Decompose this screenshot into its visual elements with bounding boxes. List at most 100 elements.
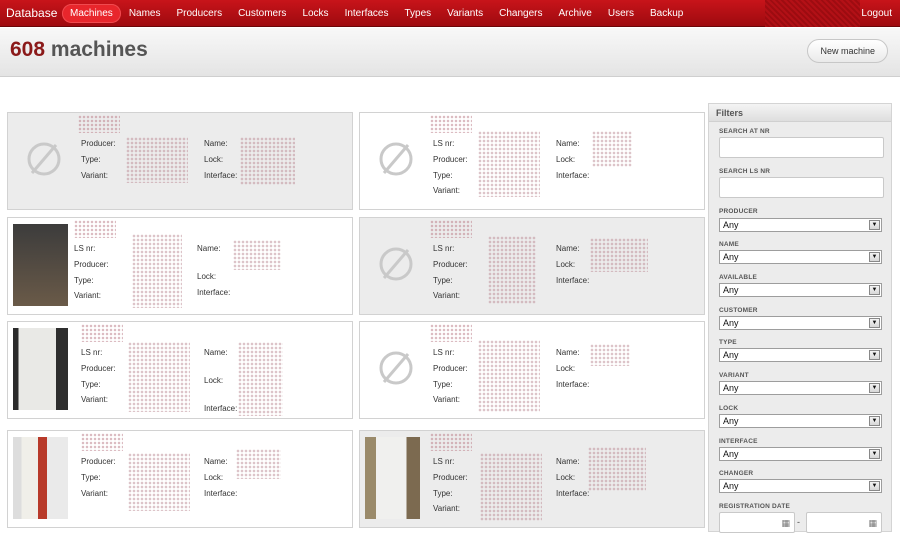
type-label: Type: [81,155,101,164]
lock-label: Lock: [556,260,576,269]
search-ls-label: SEARCH LS NR [719,168,771,175]
type-select[interactable]: Any ▼ [719,348,882,362]
redacted-values [240,137,295,185]
nav-customers[interactable]: Customers [230,4,294,23]
ls-nr-label: LS nr: [433,139,455,148]
available-filter-label: AVAILABLE [719,274,758,281]
chevron-down-icon: ▼ [869,449,880,459]
calendar-icon[interactable]: ▦ [781,518,790,529]
nav-types[interactable]: Types [396,4,439,23]
name-select[interactable]: Any ▼ [719,250,882,264]
interface-label: Interface: [204,489,238,498]
main-nav: Machines Names Producers Customers Locks… [62,4,691,23]
calendar-icon[interactable]: ▦ [868,518,877,529]
producer-label: Producer: [433,473,468,482]
producer-label: Producer: [81,364,116,373]
producer-label: Producer: [74,260,109,269]
page-title: 608 machines [10,38,148,62]
available-select[interactable]: Any ▼ [719,283,882,297]
nav-users[interactable]: Users [600,4,642,23]
name-label: Name: [556,348,580,357]
search-at-input[interactable] [719,137,884,158]
customer-select[interactable]: Any ▼ [719,316,882,330]
machine-photo [13,328,68,410]
name-label: Name: [556,457,580,466]
lock-select-value: Any [723,416,739,426]
machine-card[interactable]: LS nr: Producer: Type: Variant: Name: Lo… [7,321,353,419]
ls-nr-label: LS nr: [433,457,455,466]
nav-backup[interactable]: Backup [642,4,691,23]
chevron-down-icon: ▼ [869,285,880,295]
search-ls-input[interactable] [719,177,884,198]
producer-label: Producer: [433,260,468,269]
chevron-down-icon: ▼ [869,350,880,360]
nav-variants[interactable]: Variants [439,4,491,23]
lock-label: Lock: [556,473,576,482]
variant-label: Variant: [81,171,108,180]
producer-select[interactable]: Any ▼ [719,218,882,232]
lock-label: Lock: [204,376,224,385]
nav-locks[interactable]: Locks [294,4,336,23]
redacted-values [480,453,542,521]
redacted-user-area [765,0,860,27]
no-image-icon [379,351,413,385]
redacted-values [588,447,646,491]
nav-machines[interactable]: Machines [62,4,121,23]
ls-nr-label: LS nr: [74,244,96,253]
redacted-values [233,240,281,270]
variant-label: Variant: [433,504,460,513]
no-image-icon [27,142,61,176]
chevron-down-icon: ▼ [869,481,880,491]
machine-card[interactable]: LS nr: Producer: Type: Variant: Name: Lo… [359,430,705,528]
available-select-value: Any [723,285,739,295]
name-label: Name: [204,139,228,148]
nav-changers[interactable]: Changers [491,4,550,23]
interface-label: Interface: [556,380,590,389]
ls-nr-label: LS nr: [433,244,455,253]
changer-filter-label: CHANGER [719,470,754,477]
interface-select[interactable]: Any ▼ [719,447,882,461]
machine-card[interactable]: LS nr: Producer: Type: Variant: Name: Lo… [359,321,705,419]
machine-photo [13,224,68,306]
machine-card[interactable]: LS nr: Producer: Type: Variant: Name: Lo… [7,217,353,315]
redacted-values [478,340,540,412]
registration-date-to[interactable]: ▦ [806,512,882,533]
redacted-values [590,344,630,366]
variant-select-value: Any [723,383,739,393]
new-machine-button[interactable]: New machine [807,39,888,63]
logout-link[interactable]: Logout [861,8,892,19]
page-title-text: machines [50,38,148,61]
page-header: 608 machines New machine [0,28,900,77]
top-navbar: Database Machines Names Producers Custom… [0,0,900,27]
machine-photo [13,437,68,519]
name-label: Name: [556,244,580,253]
lock-select[interactable]: Any ▼ [719,414,882,428]
chevron-down-icon: ▼ [869,416,880,426]
lock-label: Lock: [204,473,224,482]
machine-name-redacted [81,433,123,451]
nav-interfaces[interactable]: Interfaces [337,4,397,23]
machine-name-redacted [78,115,120,133]
customer-select-value: Any [723,318,739,328]
producer-label: Producer: [81,457,116,466]
name-label: Name: [204,348,228,357]
chevron-down-icon: ▼ [869,220,880,230]
producer-filter-label: PRODUCER [719,208,758,215]
nav-names[interactable]: Names [121,4,169,23]
nav-archive[interactable]: Archive [550,4,599,23]
variant-select[interactable]: Any ▼ [719,381,882,395]
ls-nr-label: LS nr: [433,348,455,357]
machine-card[interactable]: Producer: Type: Variant: Name: Lock: Int… [7,112,353,210]
variant-label: Variant: [433,291,460,300]
registration-date-from[interactable]: ▦ [719,512,795,533]
machine-card[interactable]: Producer: Type: Variant: Name: Lock: Int… [7,430,353,528]
redacted-values [592,131,632,167]
brand-link[interactable]: Database [6,6,57,20]
machine-name-redacted [430,324,472,342]
nav-producers[interactable]: Producers [169,4,231,23]
machine-card[interactable]: LS nr: Producer: Type: Variant: Name: Lo… [359,112,705,210]
changer-select[interactable]: Any ▼ [719,479,882,493]
machine-card[interactable]: LS nr: Producer: Type: Variant: Name: Lo… [359,217,705,315]
machine-name-redacted [430,115,472,133]
redacted-values [128,453,190,511]
